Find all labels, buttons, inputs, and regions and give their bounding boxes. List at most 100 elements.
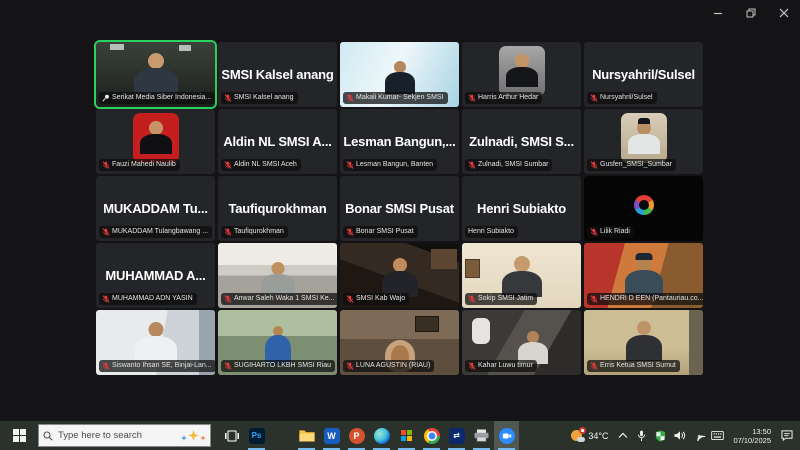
file-explorer-taskbar-button[interactable] bbox=[294, 421, 319, 450]
participant-name-label: Sokip SMSI Jatim bbox=[478, 295, 533, 303]
participant-tile[interactable]: Makali Kumar- Sekjen SMSI bbox=[340, 42, 459, 107]
hidden-icons-chevron-icon[interactable] bbox=[613, 421, 632, 450]
photoshop-icon: Ps bbox=[249, 428, 265, 444]
google-drive-taskbar-button[interactable] bbox=[269, 421, 294, 450]
participant-nameplate: HENDRI D EEN (Pantauriau.co... bbox=[587, 293, 703, 305]
windows-start-icon bbox=[13, 429, 26, 442]
participant-tile[interactable]: Harris Arthur Hedar bbox=[462, 42, 581, 107]
participant-tile[interactable]: LUNA AGUSTIN (RIAU) bbox=[340, 310, 459, 375]
participant-tile[interactable]: Nursyahril/Sulsel Nursyahril/Sulsel bbox=[584, 42, 703, 107]
action-center-icon[interactable] bbox=[777, 421, 796, 450]
desktop: Serikat Media Siber Indonesia... SMSI Ka… bbox=[0, 0, 800, 450]
participant-tile[interactable]: MUKADDAM Tu... MUKADDAM Tulangbawang ... bbox=[96, 176, 215, 241]
participant-tile[interactable]: MUHAMMAD A... MUHAMMAD ADN YASIN bbox=[96, 243, 215, 308]
security-shield-icon[interactable] bbox=[651, 421, 670, 450]
participant-nameplate: SUGIHARTO LKBH SMSI Riau bbox=[221, 360, 335, 372]
weather-partly-sunny-icon bbox=[571, 429, 585, 442]
search-input[interactable]: Type here to search bbox=[38, 424, 211, 447]
participant-name-label: Fauzi Mahedi Naulib bbox=[112, 161, 176, 169]
teamviewer-icon: ⇄ bbox=[449, 428, 465, 444]
participant-tile[interactable]: Lilik Riadi bbox=[584, 176, 703, 241]
network-signal-icon[interactable] bbox=[689, 421, 708, 450]
participant-nameplate: SMSI Kalsel anang bbox=[221, 92, 298, 104]
participant-tile[interactable]: Serikat Media Siber Indonesia... bbox=[96, 42, 215, 107]
participant-name-label: Bonar SMSI Pusat bbox=[356, 228, 414, 236]
participant-name-label: Zulnadi, SMSI Sumbar bbox=[478, 161, 548, 169]
close-button[interactable] bbox=[767, 0, 800, 26]
minimize-icon bbox=[713, 8, 723, 18]
participant-tile[interactable]: Kahar Luwu timur bbox=[462, 310, 581, 375]
teamviewer-taskbar-button[interactable]: ⇄ bbox=[444, 421, 469, 450]
minimize-button[interactable] bbox=[701, 0, 734, 26]
participant-tile[interactable]: Bonar SMSI Pusat Bonar SMSI Pusat bbox=[340, 176, 459, 241]
participant-tile[interactable]: Fauzi Mahedi Naulib bbox=[96, 109, 215, 174]
muted-mic-icon bbox=[102, 295, 110, 303]
task-view-button[interactable] bbox=[219, 421, 244, 450]
microsoft-store-taskbar-button[interactable] bbox=[394, 421, 419, 450]
muted-mic-icon bbox=[590, 362, 598, 370]
edge-taskbar-button[interactable] bbox=[369, 421, 394, 450]
task-view-icon bbox=[225, 430, 239, 442]
volume-icon[interactable] bbox=[670, 421, 689, 450]
participant-tile[interactable]: Erris Ketua SMSI Sumut bbox=[584, 310, 703, 375]
person-body bbox=[385, 72, 415, 94]
participant-nameplate: MUKADDAM Tulangbawang ... bbox=[99, 226, 212, 238]
muted-mic-icon bbox=[224, 228, 232, 236]
participant-tile[interactable]: Siswanto Ihsan SE, Binjai-Lan... bbox=[96, 310, 215, 375]
person-body bbox=[626, 335, 662, 361]
participant-tile[interactable]: Zulnadi, SMSI S... Zulnadi, SMSI Sumbar bbox=[462, 109, 581, 174]
start-button[interactable] bbox=[0, 421, 38, 450]
person-head bbox=[636, 256, 651, 271]
restore-button[interactable] bbox=[734, 0, 767, 26]
search-highlights-sparkle-icon bbox=[181, 430, 206, 441]
participant-tile[interactable]: SUGIHARTO LKBH SMSI Riau bbox=[218, 310, 337, 375]
participant-name-label: LUNA AGUSTIN (RIAU) bbox=[356, 362, 430, 370]
participant-nameplate: Anwar Saleh Waka 1 SMSI Ke... bbox=[221, 293, 337, 305]
participant-tile[interactable]: SMSI Kab Wajo bbox=[340, 243, 459, 308]
participant-tile[interactable]: HENDRI D EEN (Pantauriau.co... bbox=[584, 243, 703, 308]
zoom-meeting-window: Serikat Media Siber Indonesia... SMSI Ka… bbox=[0, 0, 800, 421]
weather-widget[interactable]: 34°C bbox=[566, 429, 613, 442]
pin-icon bbox=[102, 94, 110, 102]
participant-avatar bbox=[133, 113, 179, 163]
taskbar-apps: Ps WP ⇄ bbox=[244, 421, 519, 450]
chrome-taskbar-button[interactable] bbox=[419, 421, 444, 450]
muted-mic-icon bbox=[590, 94, 598, 102]
photoshop-taskbar-button[interactable]: Ps bbox=[244, 421, 269, 450]
participant-tile[interactable]: SMSI Kalsel anang SMSI Kalsel anang bbox=[218, 42, 337, 107]
participant-tile[interactable]: Sokip SMSI Jatim bbox=[462, 243, 581, 308]
participant-nameplate: Harris Arthur Hedar bbox=[465, 92, 542, 104]
participant-tile[interactable]: Henri Subiakto Henri Subiakto bbox=[462, 176, 581, 241]
touch-keyboard-icon[interactable] bbox=[708, 421, 727, 450]
muted-mic-icon bbox=[468, 94, 476, 102]
participant-tile[interactable]: Gusfen_SMSI_Sumbar bbox=[584, 109, 703, 174]
participant-nameplate: Aldin NL SMSI Aceh bbox=[221, 159, 301, 171]
powerpoint-taskbar-button[interactable]: P bbox=[344, 421, 369, 450]
muted-mic-icon bbox=[224, 161, 232, 169]
participant-tile[interactable]: Anwar Saleh Waka 1 SMSI Ke... bbox=[218, 243, 337, 308]
participant-name-label: Lesman Bangun, Banten bbox=[356, 161, 433, 169]
participant-name-label: SMSI Kab Wajo bbox=[356, 295, 405, 303]
person-body bbox=[506, 67, 538, 87]
printer-utility-taskbar-button[interactable] bbox=[469, 421, 494, 450]
participant-grid: Serikat Media Siber Indonesia... SMSI Ka… bbox=[96, 42, 703, 375]
clock[interactable]: 13:50 07/10/2025 bbox=[727, 427, 777, 445]
muted-mic-icon bbox=[224, 295, 232, 303]
word-taskbar-button[interactable]: W bbox=[319, 421, 344, 450]
participant-nameplate: Lilik Riadi bbox=[587, 226, 634, 238]
participant-tile[interactable]: Aldin NL SMSI A... Aldin NL SMSI Aceh bbox=[218, 109, 337, 174]
restore-icon bbox=[746, 8, 756, 18]
system-tray: 34°C 13:50 07/10/2025 bbox=[566, 421, 800, 450]
participant-nameplate: Fauzi Mahedi Naulib bbox=[99, 159, 180, 171]
zoom-taskbar-button[interactable] bbox=[494, 421, 519, 450]
participant-name-label: Henri Subiakto bbox=[468, 228, 514, 236]
file-explorer-icon bbox=[299, 428, 315, 444]
participant-tile[interactable]: Taufiqurokhman Taufiqurokhman bbox=[218, 176, 337, 241]
participant-avatar bbox=[499, 46, 545, 96]
participant-nameplate: Sokip SMSI Jatim bbox=[465, 293, 537, 305]
microphone-icon[interactable] bbox=[632, 421, 651, 450]
participant-tile[interactable]: Lesman Bangun,... Lesman Bangun, Banten bbox=[340, 109, 459, 174]
search-icon bbox=[43, 431, 53, 441]
participant-nameplate: Siswanto Ihsan SE, Binjai-Lan... bbox=[99, 360, 215, 372]
participant-nameplate: Taufiqurokhman bbox=[221, 226, 288, 238]
